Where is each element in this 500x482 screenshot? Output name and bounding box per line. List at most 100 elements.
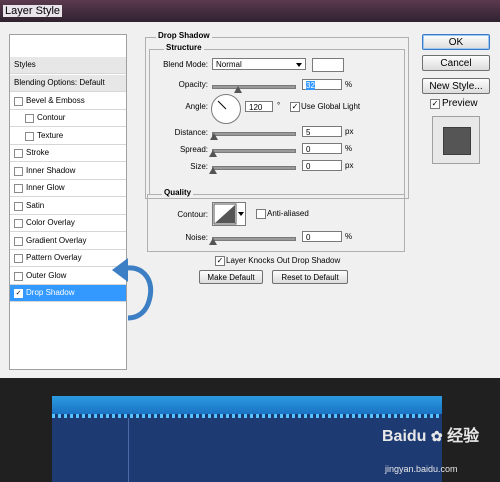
- checkbox[interactable]: [14, 236, 23, 246]
- styles-item-label: Inner Glow: [26, 183, 65, 192]
- distance-slider-thumb[interactable]: [209, 133, 218, 140]
- size-slider[interactable]: [212, 166, 296, 170]
- checkbox[interactable]: [14, 184, 23, 193]
- styles-item-label: Gradient Overlay: [26, 235, 87, 245]
- anti-aliased-checkbox[interactable]: [256, 209, 266, 219]
- size-slider-thumb[interactable]: [209, 167, 217, 174]
- opacity-unit: %: [345, 80, 353, 89]
- checkbox[interactable]: [25, 131, 34, 141]
- styles-item-gradient-overlay[interactable]: Gradient Overlay: [10, 233, 126, 250]
- layer-knocks-out-label[interactable]: Layer Knocks Out Drop Shadow: [226, 256, 340, 265]
- noise-input[interactable]: 0: [302, 231, 342, 242]
- styles-item-contour[interactable]: Contour: [10, 110, 126, 127]
- checkbox[interactable]: [14, 271, 23, 281]
- styles-item-label: Blending Options: Default: [14, 78, 105, 87]
- styles-item-styles[interactable]: Styles: [10, 57, 126, 74]
- spread-slider[interactable]: [212, 149, 296, 153]
- checkbox[interactable]: [14, 149, 23, 158]
- checkbox[interactable]: [25, 114, 34, 123]
- styles-item-stroke[interactable]: Stroke: [10, 145, 126, 162]
- preview-label[interactable]: Preview: [442, 98, 478, 109]
- angle-dial[interactable]: [211, 94, 241, 124]
- styles-item-label: Stroke: [26, 148, 50, 157]
- structure-legend: Structure: [164, 43, 204, 52]
- styles-item-blending-options-default[interactable]: Blending Options: Default: [10, 75, 126, 92]
- distance-unit: px: [345, 127, 354, 136]
- styles-item-label: Satin: [26, 200, 45, 210]
- drop-shadow-title: Drop Shadow: [156, 31, 212, 40]
- ok-button[interactable]: OK: [422, 34, 490, 50]
- new-style-button[interactable]: New Style...: [422, 78, 490, 94]
- chevron-down-icon: [238, 212, 244, 216]
- structure-group: [149, 49, 405, 195]
- preview-checkbox[interactable]: ✓: [430, 99, 440, 109]
- window-title: Layer Style: [3, 5, 63, 17]
- opacity-slider[interactable]: [212, 85, 296, 89]
- reset-to-default-button[interactable]: Reset to Default: [272, 270, 348, 284]
- styles-item-pattern-overlay[interactable]: Pattern Overlay: [10, 250, 126, 267]
- spread-slider-thumb[interactable]: [209, 150, 217, 157]
- use-global-light-checkbox[interactable]: ✓: [290, 102, 300, 112]
- styles-item-drop-shadow[interactable]: ✓ Drop Shadow: [10, 285, 126, 302]
- quality-group: [147, 194, 405, 252]
- layer-knocks-out-checkbox[interactable]: ✓: [215, 256, 225, 266]
- styles-item-inner-shadow[interactable]: Inner Shadow: [10, 163, 126, 180]
- canvas-header-bar: [52, 396, 442, 414]
- spread-label: Spread:: [179, 145, 208, 154]
- watermark-brand: Baidu: [382, 428, 427, 445]
- checkbox[interactable]: [14, 219, 23, 228]
- checkbox[interactable]: [14, 166, 23, 176]
- noise-slider[interactable]: [212, 237, 296, 241]
- styles-item-label: Texture: [37, 130, 64, 140]
- opacity-label: Opacity:: [178, 80, 208, 89]
- document-canvas-area: Baidu ✿ 经验 jingyan.baidu.com: [0, 378, 500, 482]
- distance-label: Distance:: [174, 128, 208, 137]
- canvas-guide-line: [128, 418, 129, 482]
- opacity-slider-thumb[interactable]: [234, 86, 243, 93]
- shadow-color-swatch[interactable]: [312, 58, 344, 72]
- anti-aliased-label[interactable]: Anti-aliased: [267, 209, 309, 218]
- angle-unit: °: [277, 101, 281, 110]
- angle-label: Angle:: [185, 102, 208, 111]
- cancel-button[interactable]: Cancel: [422, 55, 490, 71]
- size-label: Size:: [190, 162, 208, 171]
- size-input[interactable]: 0: [302, 160, 342, 171]
- baidu-watermark: Baidu ✿ 经验: [382, 422, 479, 446]
- styles-item-texture[interactable]: Texture: [10, 128, 126, 145]
- styles-item-label: Inner Shadow: [26, 165, 76, 175]
- styles-item-label: Color Overlay: [26, 218, 75, 227]
- title-bar: Layer Style: [0, 0, 500, 22]
- styles-item-label: Drop Shadow: [26, 288, 75, 297]
- spread-input[interactable]: 0: [302, 143, 342, 154]
- size-unit: px: [345, 161, 354, 170]
- noise-slider-thumb[interactable]: [209, 238, 217, 245]
- spread-unit: %: [345, 144, 353, 153]
- styles-item-label: Pattern Overlay: [26, 253, 82, 262]
- layer-style-dialog: Styles Blending Options: Default Bevel & E…: [0, 22, 500, 378]
- preview-swatch: [443, 127, 471, 155]
- use-global-light-label[interactable]: Use Global Light: [301, 102, 360, 111]
- distance-input[interactable]: 5: [302, 126, 342, 137]
- annotation-arrow-icon: [112, 258, 154, 321]
- contour-label: Contour:: [177, 210, 208, 219]
- checkbox[interactable]: ✓: [14, 289, 23, 298]
- make-default-button[interactable]: Make Default: [199, 270, 263, 284]
- styles-item-bevel-emboss[interactable]: Bevel & Emboss: [10, 93, 126, 110]
- preview-thumbnail: [432, 116, 480, 164]
- checkbox[interactable]: [14, 254, 23, 263]
- styles-item-color-overlay[interactable]: Color Overlay: [10, 215, 126, 232]
- checkbox[interactable]: [14, 96, 23, 106]
- styles-item-outer-glow[interactable]: Outer Glow: [10, 268, 126, 285]
- blend-mode-select[interactable]: Normal: [212, 58, 306, 70]
- contour-picker[interactable]: [212, 202, 246, 226]
- angle-input[interactable]: 120: [245, 101, 273, 112]
- opacity-input[interactable]: 32: [302, 79, 342, 90]
- styles-item-label: Contour: [37, 113, 66, 122]
- styles-item-inner-glow[interactable]: Inner Glow: [10, 180, 126, 197]
- checkbox[interactable]: [14, 201, 23, 211]
- styles-item-satin[interactable]: Satin: [10, 198, 126, 215]
- distance-slider[interactable]: [212, 132, 296, 136]
- styles-item-label: Bevel & Emboss: [26, 95, 85, 105]
- contour-curve-icon: [213, 203, 237, 225]
- watermark-cn: 经验: [447, 428, 480, 445]
